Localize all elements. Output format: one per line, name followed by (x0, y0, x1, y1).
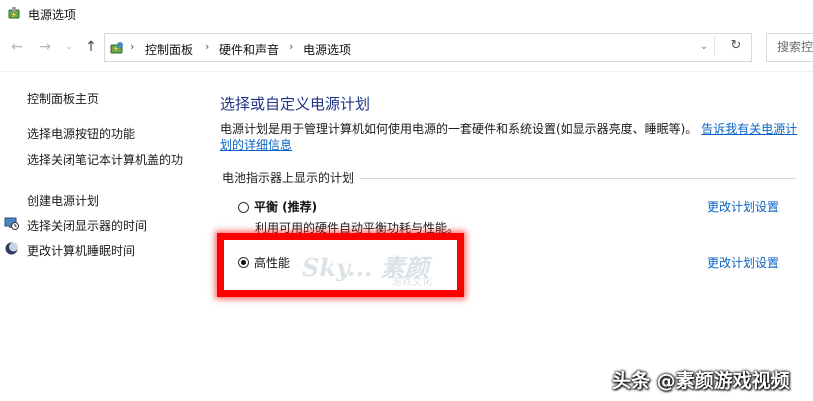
moon-sleep-icon (5, 242, 18, 255)
breadcrumb-power-options[interactable]: 电源选项 (303, 41, 351, 58)
navigation-bar: ← → ⌄ ↑ › 控制面板 › 硬件和声音 › 电源选项 ⌄ ↻ (0, 32, 813, 64)
balanced-plan-name[interactable]: 平衡 (推荐) (254, 198, 317, 215)
image-watermark-subtext: 游戏文化 (392, 277, 432, 288)
breadcrumb-separator-icon[interactable]: › (289, 40, 293, 53)
address-dropdown-icon[interactable]: ⌄ (697, 40, 711, 54)
nav-divider (0, 71, 813, 72)
back-arrow-icon[interactable]: ← (8, 38, 26, 56)
up-arrow-icon[interactable]: ↑ (82, 38, 100, 56)
source-watermark: 头条 @素颜游戏视频 (612, 370, 790, 392)
breadcrumb-control-panel[interactable]: 控制面板 (145, 41, 193, 58)
page-title: 选择或自定义电源计划 (220, 95, 371, 113)
sidebar-item-lid-close[interactable]: 选择关闭笔记本计算机盖的功 (27, 151, 183, 168)
section-label: 电池指示器上显示的计划 (222, 171, 355, 185)
breadcrumb-separator-icon[interactable]: › (205, 40, 209, 53)
breadcrumb-separator-icon: › (130, 40, 135, 53)
sidebar-item-sleep-time[interactable]: 更改计算机睡眠时间 (27, 242, 135, 259)
title-bar: 电源选项 (0, 0, 813, 30)
refresh-icon[interactable]: ↻ (726, 38, 746, 54)
address-bar[interactable]: › 控制面板 › 硬件和声音 › 电源选项 ⌄ (104, 33, 752, 62)
balanced-plan-radio[interactable] (238, 202, 249, 213)
sidebar-item-display-off-time[interactable]: 选择关闭显示器的时间 (27, 217, 147, 234)
address-divider (714, 36, 715, 56)
sidebar-item-power-button[interactable]: 选择电源按钮的功能 (27, 125, 135, 142)
monitor-clock-icon (4, 217, 19, 230)
breadcrumb-hardware-sound[interactable]: 硬件和声音 (219, 41, 279, 58)
balanced-change-settings-link[interactable]: 更改计划设置 (707, 198, 779, 215)
recent-dropdown-icon[interactable]: ⌄ (60, 38, 78, 56)
forward-arrow-icon[interactable]: → (36, 38, 54, 56)
window-title: 电源选项 (28, 8, 77, 22)
description-text: 电源计划是用于管理计算机如何使用电源的一套硬件和系统设置(如显示器亮度、睡眠等)… (220, 122, 698, 136)
page-description: 电源计划是用于管理计算机如何使用电源的一套硬件和系统设置(如显示器亮度、睡眠等)… (220, 121, 800, 153)
sidebar-item-create-plan[interactable]: 创建电源计划 (27, 192, 99, 209)
search-input[interactable] (777, 40, 813, 54)
search-box[interactable] (766, 33, 813, 62)
section-divider (360, 178, 796, 179)
left-pane: 控制面板主页 选择电源按钮的功能 选择关闭笔记本计算机盖的功 创建电源计划 选择… (0, 80, 200, 380)
control-panel-icon (110, 42, 123, 54)
high-performance-change-settings-link[interactable]: 更改计划设置 (707, 254, 779, 271)
sidebar-item-control-panel-home[interactable]: 控制面板主页 (27, 90, 99, 107)
power-options-icon (8, 7, 20, 19)
